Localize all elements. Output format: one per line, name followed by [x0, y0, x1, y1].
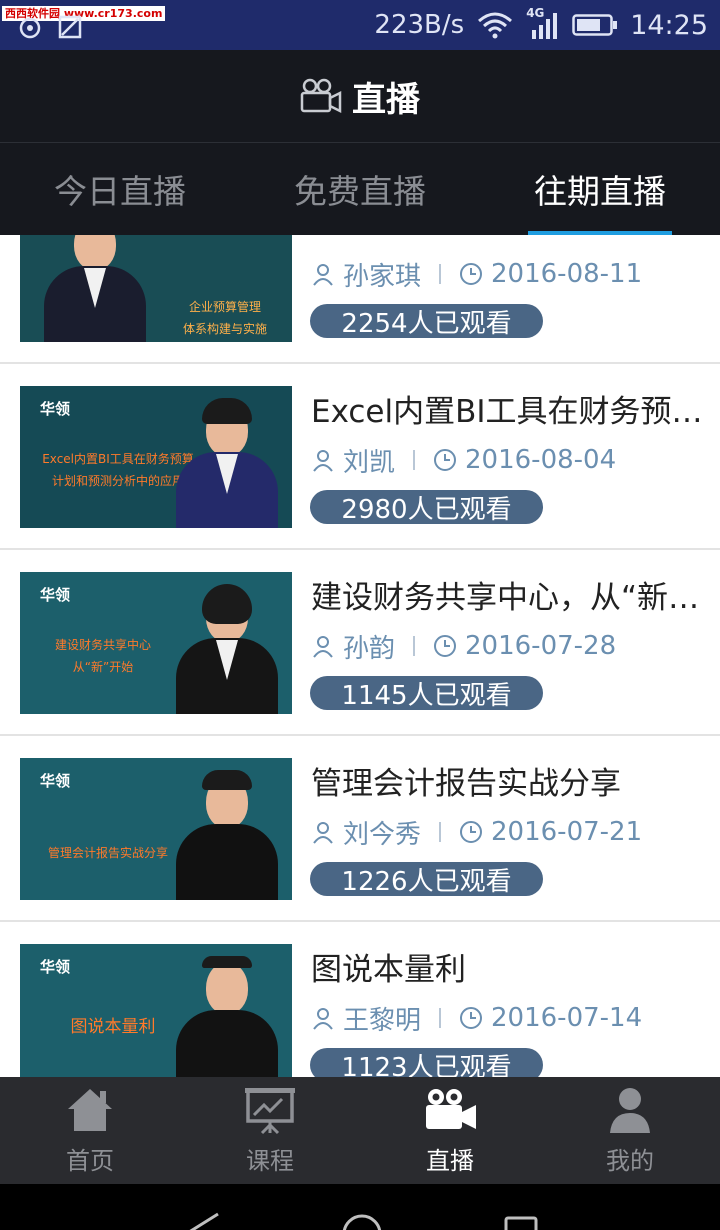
thumb-brand: 华领: [40, 958, 71, 976]
nav-courses-label: 课程: [246, 1147, 294, 1175]
net-speed: 223B/s: [374, 10, 465, 40]
lecture-title: 管理会计报告实战分享: [311, 766, 621, 802]
tab-today-live[interactable]: 今日直播: [0, 143, 240, 235]
lecture-meta: 孙家琪 2016-08-11: [311, 256, 642, 292]
wifi-icon: [478, 12, 513, 39]
clock-icon: [460, 263, 483, 285]
nav-mine[interactable]: 我的: [540, 1077, 720, 1184]
teacher-name: 孙韵: [343, 633, 396, 664]
user-icon: [313, 1008, 333, 1030]
lecture-title: Excel内置BI工具在财务预测计划和预测分析中的应用: [311, 394, 703, 430]
lecture-thumbnail: 华领 图说本量利: [20, 944, 292, 1077]
lecture-date: 2016-07-28: [465, 631, 617, 661]
thumb-brand: 华领: [40, 586, 71, 604]
lecture-title: 建设财务共享中心，从“新”开始: [311, 580, 703, 616]
nav-mine-label: 我的: [606, 1147, 654, 1175]
clock-icon: [434, 449, 457, 471]
speaker-photo: [172, 770, 282, 900]
lecture-meta: 孙韵 2016-07-28: [311, 628, 616, 664]
list-item[interactable]: 企业预算管理 体系构建与实施 孙家琪 2016-08-11 2254人已观看: [0, 235, 720, 364]
status-left-icons: [18, 14, 84, 40]
app-header: 直播: [0, 50, 720, 142]
lecture-meta: 刘凯 2016-08-04: [311, 442, 616, 478]
thumb-brand: 华领: [40, 772, 71, 790]
clock-icon: [434, 635, 457, 657]
list-item[interactable]: 华领 图说本量利 图说本量利 王黎明 2016-07-14 1123人已观看: [0, 922, 720, 1077]
nav-home-label: 首页: [66, 1147, 114, 1175]
lecture-thumbnail: 华领 Excel内置BI工具在财务预算 计划和预测分析中的应用: [20, 386, 292, 528]
home-circle-icon[interactable]: [340, 1212, 384, 1230]
clock-icon: [460, 1007, 483, 1029]
lecture-date: 2016-07-14: [491, 1003, 643, 1033]
lecture-meta: 刘今秀 2016-07-21: [311, 814, 642, 850]
divider: [413, 636, 416, 656]
lecture-date: 2016-08-04: [465, 445, 617, 475]
view-count-badge: 2254人已观看: [310, 304, 543, 339]
list-item[interactable]: 华领 管理会计报告实战分享 管理会计报告实战分享 刘今秀 2016-07-21 …: [0, 736, 720, 922]
lecture-thumbnail: 企业预算管理 体系构建与实施: [20, 235, 292, 342]
clock: 14:25: [630, 9, 708, 41]
speaker-photo: [172, 956, 282, 1077]
view-count-badge: 1145人已观看: [310, 676, 543, 711]
teacher-name: 刘今秀: [343, 819, 422, 850]
presentation-board-icon: [245, 1088, 295, 1135]
divider: [439, 264, 442, 284]
lecture-meta: 王黎明 2016-07-14: [311, 1000, 642, 1036]
thumb-title: 管理会计报告实战分享: [47, 846, 168, 860]
view-count-badge: 2980人已观看: [310, 490, 543, 525]
nav-live-label: 直播: [426, 1147, 474, 1175]
divider: [413, 450, 416, 470]
divider: [439, 1008, 442, 1028]
video-camera-icon: [426, 1089, 476, 1129]
divider: [439, 822, 442, 842]
speaker-photo: [172, 584, 282, 714]
nav-live[interactable]: 直播: [360, 1077, 540, 1184]
nav-home[interactable]: 首页: [0, 1077, 180, 1184]
signal-icon: 4G: [526, 6, 560, 40]
lecture-list[interactable]: 企业预算管理 体系构建与实施 孙家琪 2016-08-11 2254人已观看 华…: [0, 235, 720, 1077]
notification-icon: [19, 17, 41, 39]
user-icon: [313, 636, 333, 658]
home-icon: [68, 1089, 112, 1131]
battery-icon: [572, 14, 618, 36]
thumb-brand: 华领: [40, 400, 71, 418]
user-icon: [313, 264, 333, 286]
lecture-thumbnail: 华领 建设财务共享中心 从“新”开始: [20, 572, 292, 714]
user-icon: [313, 450, 333, 472]
list-item[interactable]: 华领 建设财务共享中心 从“新”开始 建设财务共享中心，从“新”开始 孙韵 20…: [0, 550, 720, 736]
nav-courses[interactable]: 课程: [180, 1077, 360, 1184]
status-right: 223B/s 4G 14:25: [374, 6, 708, 42]
image-icon: [58, 15, 82, 39]
teacher-name: 王黎明: [343, 1005, 422, 1036]
speaker-photo: [172, 398, 282, 528]
view-count-badge: 1123人已观看: [310, 1048, 543, 1077]
lecture-date: 2016-08-11: [491, 259, 643, 289]
list-item[interactable]: 华领 Excel内置BI工具在财务预算 计划和预测分析中的应用 Excel内置B…: [0, 364, 720, 550]
tab-past-live[interactable]: 往期直播: [480, 143, 720, 235]
lecture-thumbnail: 华领 管理会计报告实战分享: [20, 758, 292, 900]
teacher-name: 刘凯: [343, 447, 396, 478]
page-title: 直播: [352, 79, 420, 120]
clock-icon: [460, 821, 483, 843]
bottom-nav: 首页 课程 直播 我的: [0, 1077, 720, 1184]
system-nav-bar: [0, 1184, 720, 1230]
status-bar: 西西软件园 www.cr173.com 223B/s 4G 14:25: [0, 0, 720, 50]
video-camera-icon: [300, 78, 342, 114]
user-icon: [313, 822, 333, 844]
lecture-title: 图说本量利: [311, 952, 466, 988]
recent-apps-icon[interactable]: [500, 1212, 544, 1230]
user-icon: [610, 1088, 650, 1133]
back-icon[interactable]: [180, 1212, 224, 1230]
teacher-name: 孙家琪: [343, 261, 422, 292]
view-count-badge: 1226人已观看: [310, 862, 543, 897]
thumb-title: 企业预算管理 体系构建与实施: [182, 300, 267, 336]
live-tabs: 今日直播 免费直播 往期直播: [0, 142, 720, 235]
speaker-photo: [40, 235, 150, 342]
tab-free-live[interactable]: 免费直播: [240, 143, 480, 235]
thumb-title: 建设财务共享中心 从“新”开始: [54, 638, 151, 674]
lecture-date: 2016-07-21: [491, 817, 643, 847]
